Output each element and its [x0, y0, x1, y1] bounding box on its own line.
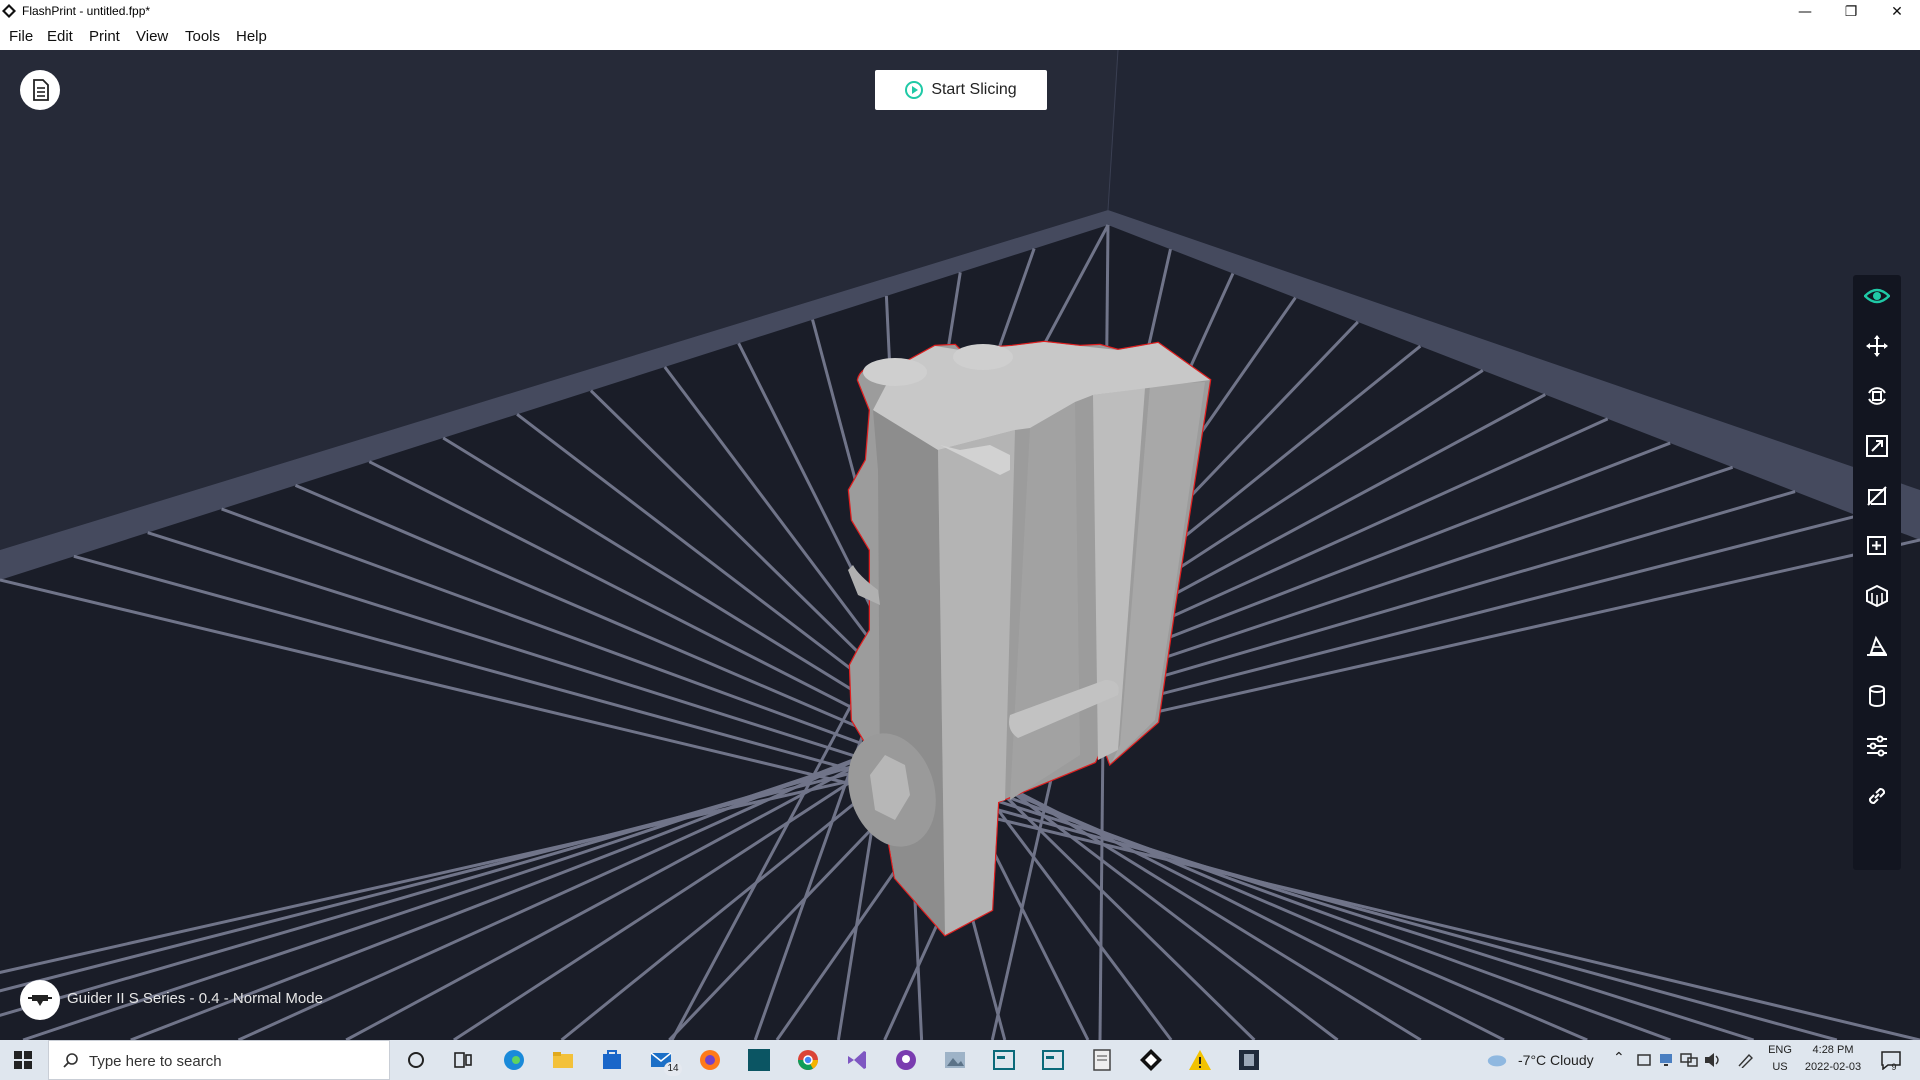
menu-edit[interactable]: Edit — [47, 28, 73, 45]
close-icon: ✕ — [1891, 4, 1903, 20]
terminal-icon[interactable] — [747, 1048, 771, 1072]
file-explorer-icon[interactable] — [551, 1048, 575, 1072]
clock-date[interactable]: 2022-02-03 — [1797, 1061, 1869, 1073]
scale-icon — [1866, 435, 1888, 457]
notification-count: 9 — [1891, 1062, 1897, 1072]
clock-time[interactable]: 4:28 PM — [1797, 1044, 1869, 1056]
start-button[interactable] — [0, 1040, 46, 1080]
menu-bar: File Edit Print View Tools Help — [0, 24, 1920, 51]
lay-flat-tool-button[interactable] — [1863, 632, 1891, 660]
right-tool-panel — [1853, 275, 1901, 870]
flashprint-logo-icon — [2, 4, 16, 18]
rotate-tool-button[interactable] — [1863, 382, 1891, 410]
supports-icon — [1866, 584, 1888, 608]
scale-tool-button[interactable] — [1863, 432, 1891, 460]
close-button[interactable]: ✕ — [1874, 0, 1920, 24]
weather-text[interactable]: -7°C Cloudy — [1518, 1052, 1594, 1068]
weather-cloud-icon[interactable] — [1486, 1049, 1508, 1069]
flashprint-icon[interactable] — [1139, 1048, 1163, 1072]
menu-help[interactable]: Help — [236, 28, 267, 45]
notepad-icon[interactable] — [1090, 1048, 1114, 1072]
window-title: FlashPrint - untitled.fpp* — [22, 4, 151, 18]
windows-taskbar: Type here to search 14 -7°C Cloudy ⌃ ENG… — [0, 1040, 1920, 1080]
cylinder-icon — [1869, 685, 1885, 707]
rotate-icon — [1868, 387, 1886, 405]
settings-tool-button[interactable] — [1863, 732, 1891, 760]
settings-sliders-icon — [1867, 735, 1887, 757]
model-left-face — [873, 410, 945, 935]
menu-tools[interactable]: Tools — [185, 28, 220, 45]
edge-icon[interactable] — [502, 1048, 526, 1072]
search-placeholder: Type here to search — [89, 1053, 222, 1070]
start-slicing-button[interactable]: Start Slicing — [875, 70, 1047, 110]
add-model-button[interactable] — [1863, 532, 1891, 560]
language-bottom[interactable]: US — [1765, 1061, 1795, 1073]
model-top-boss-left — [863, 358, 927, 386]
search-icon — [63, 1053, 78, 1068]
cut-tool-button[interactable] — [1863, 482, 1891, 510]
taskbar-search-box[interactable]: Type here to search — [48, 1040, 390, 1080]
minimize-button[interactable]: — — [1782, 0, 1828, 24]
cortana-icon[interactable] — [404, 1048, 428, 1072]
move-tool-button[interactable] — [1863, 332, 1891, 360]
window-icon-2[interactable] — [1041, 1048, 1065, 1072]
cut-icon — [1867, 486, 1887, 506]
model-front-column — [938, 430, 1015, 935]
language-top[interactable]: ENG — [1765, 1044, 1795, 1056]
menu-print[interactable]: Print — [89, 28, 120, 45]
document-icon — [33, 79, 49, 101]
windows-logo-icon — [14, 1051, 32, 1069]
model-top-boss-right — [953, 344, 1013, 370]
link-tool-button[interactable] — [1863, 782, 1891, 810]
firefox-icon[interactable] — [698, 1048, 722, 1072]
window-icon[interactable] — [992, 1048, 1016, 1072]
monitor-icon[interactable] — [1658, 1052, 1674, 1068]
warning-icon[interactable] — [1188, 1048, 1212, 1072]
visual-studio-icon[interactable] — [845, 1048, 869, 1072]
view-tool-button[interactable] — [1863, 282, 1891, 310]
project-info-button[interactable] — [20, 70, 60, 110]
mail-badge: 14 — [664, 1062, 682, 1076]
printer-settings-button[interactable] — [20, 980, 60, 1020]
network-icon[interactable] — [1680, 1052, 1698, 1068]
show-hidden-icons-icon[interactable]: ⌃ — [1613, 1050, 1625, 1066]
app-icon[interactable] — [1237, 1048, 1261, 1072]
store-icon[interactable] — [600, 1048, 624, 1072]
github-icon[interactable] — [894, 1048, 918, 1072]
volume-icon[interactable] — [1704, 1052, 1722, 1068]
move-icon — [1866, 335, 1888, 357]
printer-nozzle-icon — [28, 995, 52, 1006]
lay-flat-icon — [1867, 635, 1887, 656]
photos-icon[interactable] — [943, 1048, 967, 1072]
view-eye-icon — [1864, 288, 1890, 304]
play-circle-icon — [905, 81, 924, 99]
3d-viewport[interactable]: Start Slicing Guider II S Series - 0.4 -… — [0, 50, 1920, 1040]
restore-icon: ❐ — [1844, 4, 1858, 20]
model-object[interactable] — [0, 50, 1920, 1040]
start-slicing-label: Start Slicing — [931, 81, 1017, 98]
menu-file[interactable]: File — [9, 28, 33, 45]
title-bar: FlashPrint - untitled.fpp* — ❐ ✕ — [0, 0, 1920, 24]
minimize-icon: — — [1798, 4, 1812, 20]
cylinder-tool-button[interactable] — [1863, 682, 1891, 710]
printer-mode-label: Guider II S Series - 0.4 - Normal Mode — [67, 990, 323, 1007]
menu-view[interactable]: View — [136, 28, 168, 45]
restore-button[interactable]: ❐ — [1828, 0, 1874, 24]
task-view-icon[interactable] — [451, 1048, 475, 1072]
add-model-icon — [1867, 536, 1886, 555]
supports-tool-button[interactable] — [1863, 582, 1891, 610]
meet-now-icon[interactable] — [1636, 1052, 1652, 1068]
chrome-icon[interactable] — [796, 1048, 820, 1072]
link-icon — [1868, 787, 1886, 805]
pen-icon[interactable] — [1737, 1052, 1755, 1068]
